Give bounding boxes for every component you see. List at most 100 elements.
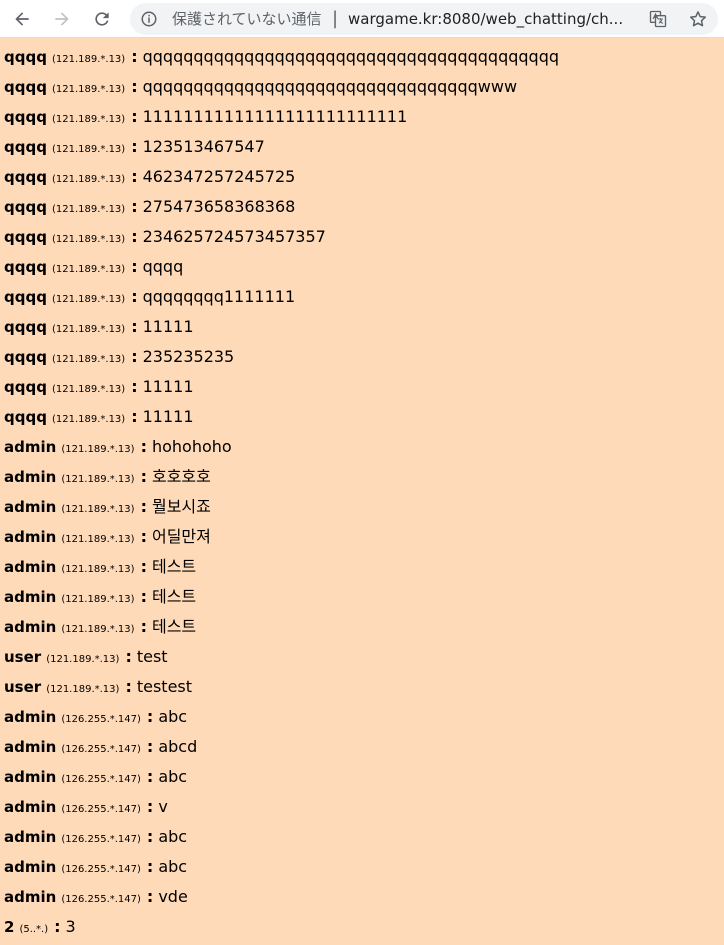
message-nickname: admin	[4, 888, 57, 906]
address-bar[interactable]: 保護されていない通信 | wargame.kr:8080/web_chattin…	[130, 3, 718, 35]
chat-message: qqqq (121.189.*.13):11111	[4, 312, 720, 342]
translate-icon[interactable]	[648, 9, 668, 29]
message-nickname: qqqq	[4, 318, 47, 336]
message-colon: :	[146, 827, 154, 846]
message-nickname: admin	[4, 468, 57, 486]
message-nickname: admin	[4, 618, 57, 636]
message-colon: :	[140, 527, 147, 546]
message-text: 11111	[142, 317, 194, 336]
message-colon: :	[140, 497, 147, 516]
forward-button[interactable]	[48, 5, 76, 33]
reload-button[interactable]	[88, 5, 116, 33]
message-colon: :	[131, 347, 138, 366]
message-colon: :	[146, 797, 154, 816]
message-text: 11111111111111111111111111	[142, 107, 408, 126]
message-ip: (121.189.*.13)	[51, 264, 126, 275]
chat-message: admin (126.255.*.147): abc	[4, 762, 720, 792]
message-text: vde	[158, 887, 188, 906]
message-colon: :	[131, 197, 138, 216]
chat-message: 2 (5..*.):3	[4, 912, 720, 942]
message-text: qqqqqqqqqqqqqqqqqqqqqqqqqqqqqqqqqwww	[142, 77, 518, 96]
message-text: qqqq	[142, 257, 184, 276]
message-text: 호호호호	[151, 467, 211, 486]
browser-toolbar: 保護されていない通信 | wargame.kr:8080/web_chattin…	[0, 0, 724, 38]
chat-message: qqqq (121.189.*.13): qqqqqqqqqqqqqqqqqqqqq…	[4, 42, 720, 72]
chat-log: qqqq (121.189.*.13): qqqqqqqqqqqqqqqqqqqqq…	[4, 42, 720, 942]
message-ip: (121.189.*.13)	[51, 54, 126, 65]
message-ip: (126.255.*.147)	[61, 894, 141, 905]
message-colon: :	[131, 287, 138, 306]
message-nickname: qqqq	[4, 228, 47, 246]
chat-message: qqqq (121.189.*.13):11111	[4, 402, 720, 432]
chat-message: qqqq (121.189.*.13): qqqqqqqq1111111	[4, 282, 720, 312]
message-ip: (121.189.*.13)	[61, 624, 135, 635]
message-ip: (121.189.*.13)	[51, 234, 126, 245]
message-nickname: qqqq	[4, 48, 47, 66]
message-colon: :	[131, 107, 138, 126]
chat-message: qqqq (121.189.*.13):11111	[4, 372, 720, 402]
chat-message: admin (121.189.*.13): 호호호호	[4, 462, 720, 492]
message-colon: :	[146, 737, 154, 756]
chat-message: qqqq (121.189.*.13): qqqq	[4, 252, 720, 282]
chat-message: admin (126.255.*.147): abc	[4, 822, 720, 852]
security-warning[interactable]: 保護されていない通信	[172, 10, 322, 28]
message-ip: (121.189.*.13)	[51, 114, 126, 125]
chat-message: qqqq (121.189.*.13):275473658368368	[4, 192, 720, 222]
message-ip: (121.189.*.13)	[46, 684, 120, 695]
message-text: qqqqqqqq1111111	[142, 287, 296, 306]
message-text: qqqqqqqqqqqqqqqqqqqqqqqqqqqqqqqqqqqqqqqq…	[142, 47, 560, 66]
message-text: abc	[158, 767, 188, 786]
message-nickname: admin	[4, 708, 57, 726]
message-nickname: qqqq	[4, 258, 47, 276]
message-text: 뭘보시죠	[151, 497, 211, 516]
message-text: abcd	[158, 737, 198, 756]
message-text: 234625724573457357	[142, 227, 326, 246]
message-nickname: qqqq	[4, 288, 47, 306]
star-icon[interactable]	[688, 9, 708, 29]
message-text: v	[158, 797, 168, 816]
message-colon: :	[54, 917, 61, 936]
chat-message: admin (126.255.*.147): vde	[4, 882, 720, 912]
chat-message: admin (121.189.*.13): hohohoho	[4, 432, 720, 462]
message-colon: :	[140, 437, 147, 456]
message-nickname: user	[4, 678, 42, 696]
message-colon: :	[131, 167, 138, 186]
chat-message: admin (126.255.*.147): abc	[4, 852, 720, 882]
message-colon: :	[146, 767, 154, 786]
message-text: 테스트	[151, 587, 197, 606]
message-colon: :	[131, 377, 138, 396]
message-text: hohohoho	[151, 437, 232, 456]
message-ip: (126.255.*.147)	[61, 864, 141, 875]
chat-message: admin (126.255.*.147): abcd	[4, 732, 720, 762]
message-colon: :	[140, 467, 147, 486]
message-text: test	[136, 647, 168, 666]
message-nickname: admin	[4, 438, 57, 456]
message-nickname: qqqq	[4, 168, 47, 186]
message-ip: (121.189.*.13)	[51, 174, 126, 185]
message-ip: (121.189.*.13)	[51, 144, 126, 155]
message-text: 3	[65, 917, 76, 936]
message-text: 11111	[142, 377, 194, 396]
message-nickname: admin	[4, 528, 57, 546]
message-colon: :	[140, 557, 147, 576]
back-button[interactable]	[8, 5, 36, 33]
url-text[interactable]: wargame.kr:8080/web_chatting/ch...	[348, 10, 630, 28]
message-ip: (121.189.*.13)	[46, 654, 120, 665]
message-nickname: admin	[4, 558, 57, 576]
message-colon: :	[146, 857, 154, 876]
message-nickname: qqqq	[4, 408, 47, 426]
back-icon	[15, 12, 29, 26]
message-colon: :	[131, 47, 138, 66]
chat-message: admin (121.189.*.13): 테스트	[4, 552, 720, 582]
message-nickname: qqqq	[4, 78, 47, 96]
message-nickname: qqqq	[4, 348, 47, 366]
message-ip: (121.189.*.13)	[61, 594, 135, 605]
info-icon[interactable]	[140, 10, 158, 28]
message-ip: (121.189.*.13)	[61, 444, 135, 455]
message-text: 235235235	[142, 347, 235, 366]
message-text: 테스트	[151, 617, 197, 636]
message-text: abc	[158, 857, 188, 876]
message-ip: (121.189.*.13)	[61, 564, 135, 575]
message-text: testest	[136, 677, 193, 696]
message-colon: :	[131, 317, 138, 336]
